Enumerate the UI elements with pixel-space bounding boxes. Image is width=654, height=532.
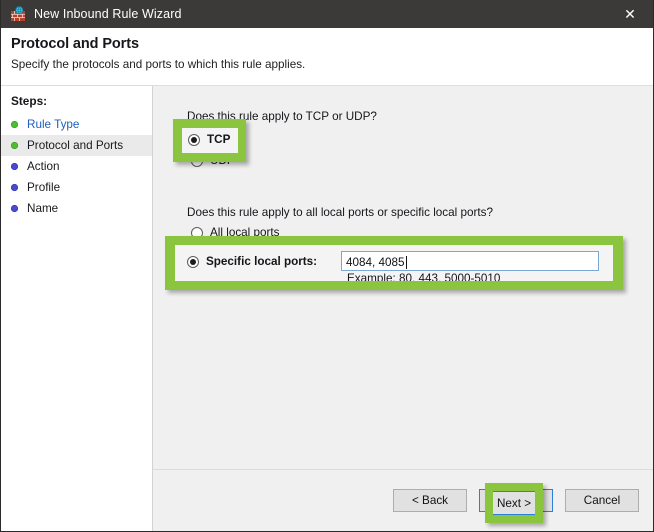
sidebar-item-profile[interactable]: Profile: [1, 177, 152, 198]
step-bullet-icon: [11, 163, 18, 170]
text-caret: [405, 255, 407, 269]
sidebar-footer-filler: [1, 469, 153, 531]
sidebar-item-label: Protocol and Ports: [27, 139, 124, 152]
highlight-cutout-next: Next >: [493, 491, 535, 515]
radio-specific-local-ports-label: Specific local ports:: [206, 255, 318, 268]
radio-button-icon: [187, 255, 199, 268]
new-inbound-rule-wizard-window: New Inbound Rule Wizard ✕ Protocol and P…: [0, 0, 654, 532]
wizard-header: Protocol and Ports Specify the protocols…: [1, 28, 653, 85]
ports-question: Does this rule apply to all local ports …: [187, 206, 493, 219]
highlight-cutout-ports: Specific local ports: 4084, 4085 Example…: [175, 245, 613, 281]
specific-ports-value: 4084, 4085: [346, 255, 405, 269]
sidebar-item-rule-type[interactable]: Rule Type: [1, 114, 152, 135]
sidebar-item-label: Name: [27, 202, 59, 215]
title-bar: New Inbound Rule Wizard ✕: [1, 0, 653, 28]
sidebar-item-label: Rule Type: [27, 118, 80, 131]
radio-specific-local-ports-visible[interactable]: Specific local ports:: [187, 255, 317, 268]
step-bullet-icon: [11, 184, 18, 191]
page-subtitle: Specify the protocols and ports to which…: [11, 58, 306, 71]
window-title: New Inbound Rule Wizard: [34, 7, 182, 21]
firewall-icon: [10, 6, 26, 22]
highlight-cutout-tcp: TCP: [182, 128, 238, 153]
sidebar-item-label: Profile: [27, 181, 61, 194]
step-bullet-icon: [11, 142, 18, 149]
specific-ports-input-visible[interactable]: 4084, 4085: [341, 251, 599, 271]
wizard-footer: < Back Next > Cancel: [153, 469, 653, 531]
ports-example-hint-visible: Example: 80, 443, 5000-5010: [347, 272, 501, 281]
sidebar-item-name[interactable]: Name: [1, 198, 152, 219]
back-button[interactable]: < Back: [393, 489, 467, 512]
step-bullet-icon: [11, 205, 18, 212]
radio-tcp-label: TCP: [207, 133, 231, 146]
sidebar-item-label: Action: [27, 160, 60, 173]
cancel-button[interactable]: Cancel: [565, 489, 639, 512]
sidebar-item-protocol-and-ports[interactable]: Protocol and Ports: [1, 135, 152, 156]
steps-heading: Steps:: [11, 94, 48, 108]
radio-tcp-visible[interactable]: TCP: [188, 133, 230, 146]
sidebar-item-action[interactable]: Action: [1, 156, 152, 177]
wizard-body: Steps: Rule Type Protocol and Ports Acti…: [1, 85, 653, 531]
step-bullet-icon: [11, 121, 18, 128]
radio-button-icon: [188, 133, 200, 146]
page-title: Protocol and Ports: [11, 36, 139, 52]
steps-sidebar: Steps: Rule Type Protocol and Ports Acti…: [1, 86, 153, 531]
close-icon[interactable]: ✕: [607, 0, 653, 28]
next-button-visible[interactable]: Next >: [493, 491, 535, 515]
